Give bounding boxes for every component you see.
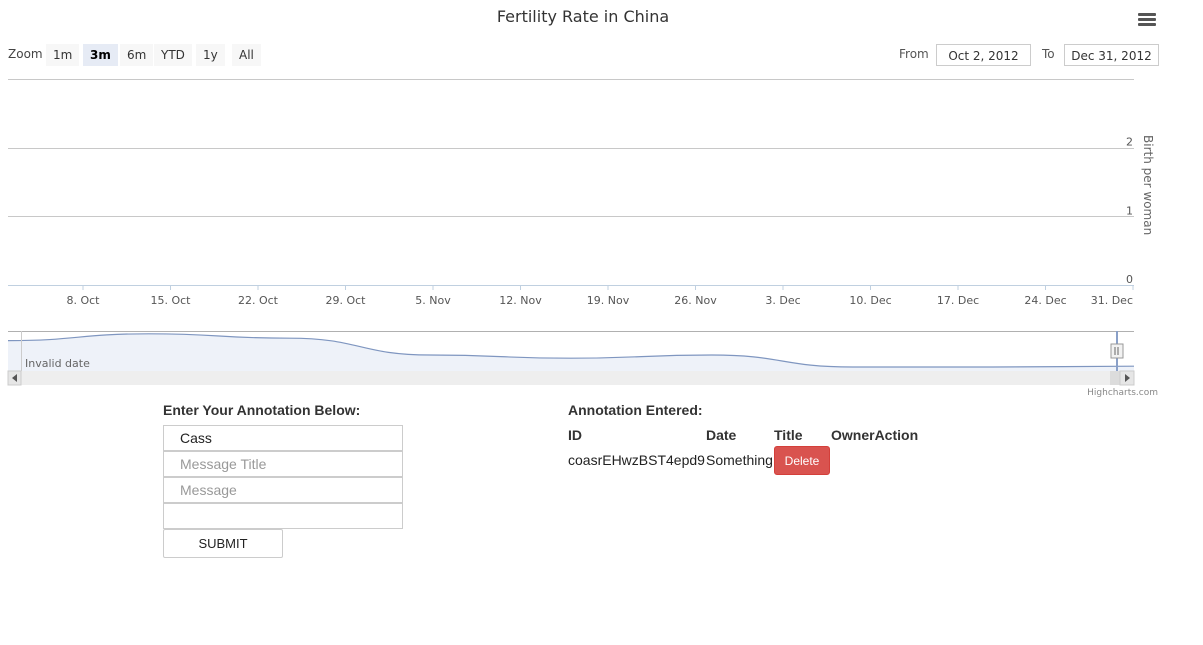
header-title: Title xyxy=(774,427,803,443)
navigator-label: Invalid date xyxy=(25,357,90,370)
x-axis-ticks: 8. Oct 15. Oct 22. Oct 29. Oct 5. Nov 12. Nov… xyxy=(66,285,1134,307)
y-axis-ticks: 0 1 2 xyxy=(1126,136,1133,286)
annotation-id: coasrEHwzBST4epd9 xyxy=(568,452,705,468)
x-tick-label: 22. Oct xyxy=(238,294,279,307)
x-tick-label: 31. Dec xyxy=(1091,294,1133,307)
scrollbar-track[interactable] xyxy=(8,371,1134,385)
extra-field[interactable] xyxy=(163,503,403,529)
x-tick-label: 15. Oct xyxy=(150,294,191,307)
chart-svg: 0 1 2 8. Oct 15. Oct 22. Oct 29. Oct 5. Nov 12.… xyxy=(7,79,1158,398)
x-tick-label: 26. Nov xyxy=(674,294,717,307)
annotations-title: Annotation Entered: xyxy=(568,402,703,418)
header-owner-action: OwnerAction xyxy=(831,427,919,443)
x-tick-label: 5. Nov xyxy=(415,294,451,307)
x-tick-label: 10. Dec xyxy=(849,294,891,307)
message-field[interactable] xyxy=(163,477,403,503)
submit-button[interactable]: SUBMIT xyxy=(163,529,283,558)
header-date: Date xyxy=(706,427,737,443)
form-title: Enter Your Annotation Below: xyxy=(163,402,361,418)
grid-lines xyxy=(8,79,1134,286)
x-tick-label: 8. Oct xyxy=(66,294,100,307)
x-tick-label: 3. Dec xyxy=(765,294,800,307)
x-tick-label: 29. Oct xyxy=(325,294,366,307)
credits-link[interactable]: Highcharts.com xyxy=(1087,388,1158,398)
y-tick-label: 0 xyxy=(1126,273,1133,286)
header-id: ID xyxy=(568,427,582,443)
scrollbar-right-button[interactable] xyxy=(1119,370,1135,386)
y-axis-label: Birth per woman xyxy=(1141,135,1155,235)
y-tick-label: 2 xyxy=(1126,136,1133,149)
y-tick-label: 1 xyxy=(1126,204,1133,217)
scrollbar-left-button[interactable] xyxy=(7,370,22,386)
x-tick-label: 24. Dec xyxy=(1024,294,1066,307)
navigator-handle[interactable] xyxy=(1110,343,1124,359)
delete-button[interactable]: Delete xyxy=(774,446,830,475)
name-field[interactable] xyxy=(163,425,403,451)
message-title-field[interactable] xyxy=(163,451,403,477)
annotation-date: Something xyxy=(706,452,773,468)
x-tick-label: 19. Nov xyxy=(587,294,630,307)
x-tick-label: 12. Nov xyxy=(499,294,542,307)
x-tick-label: 17. Dec xyxy=(937,294,979,307)
